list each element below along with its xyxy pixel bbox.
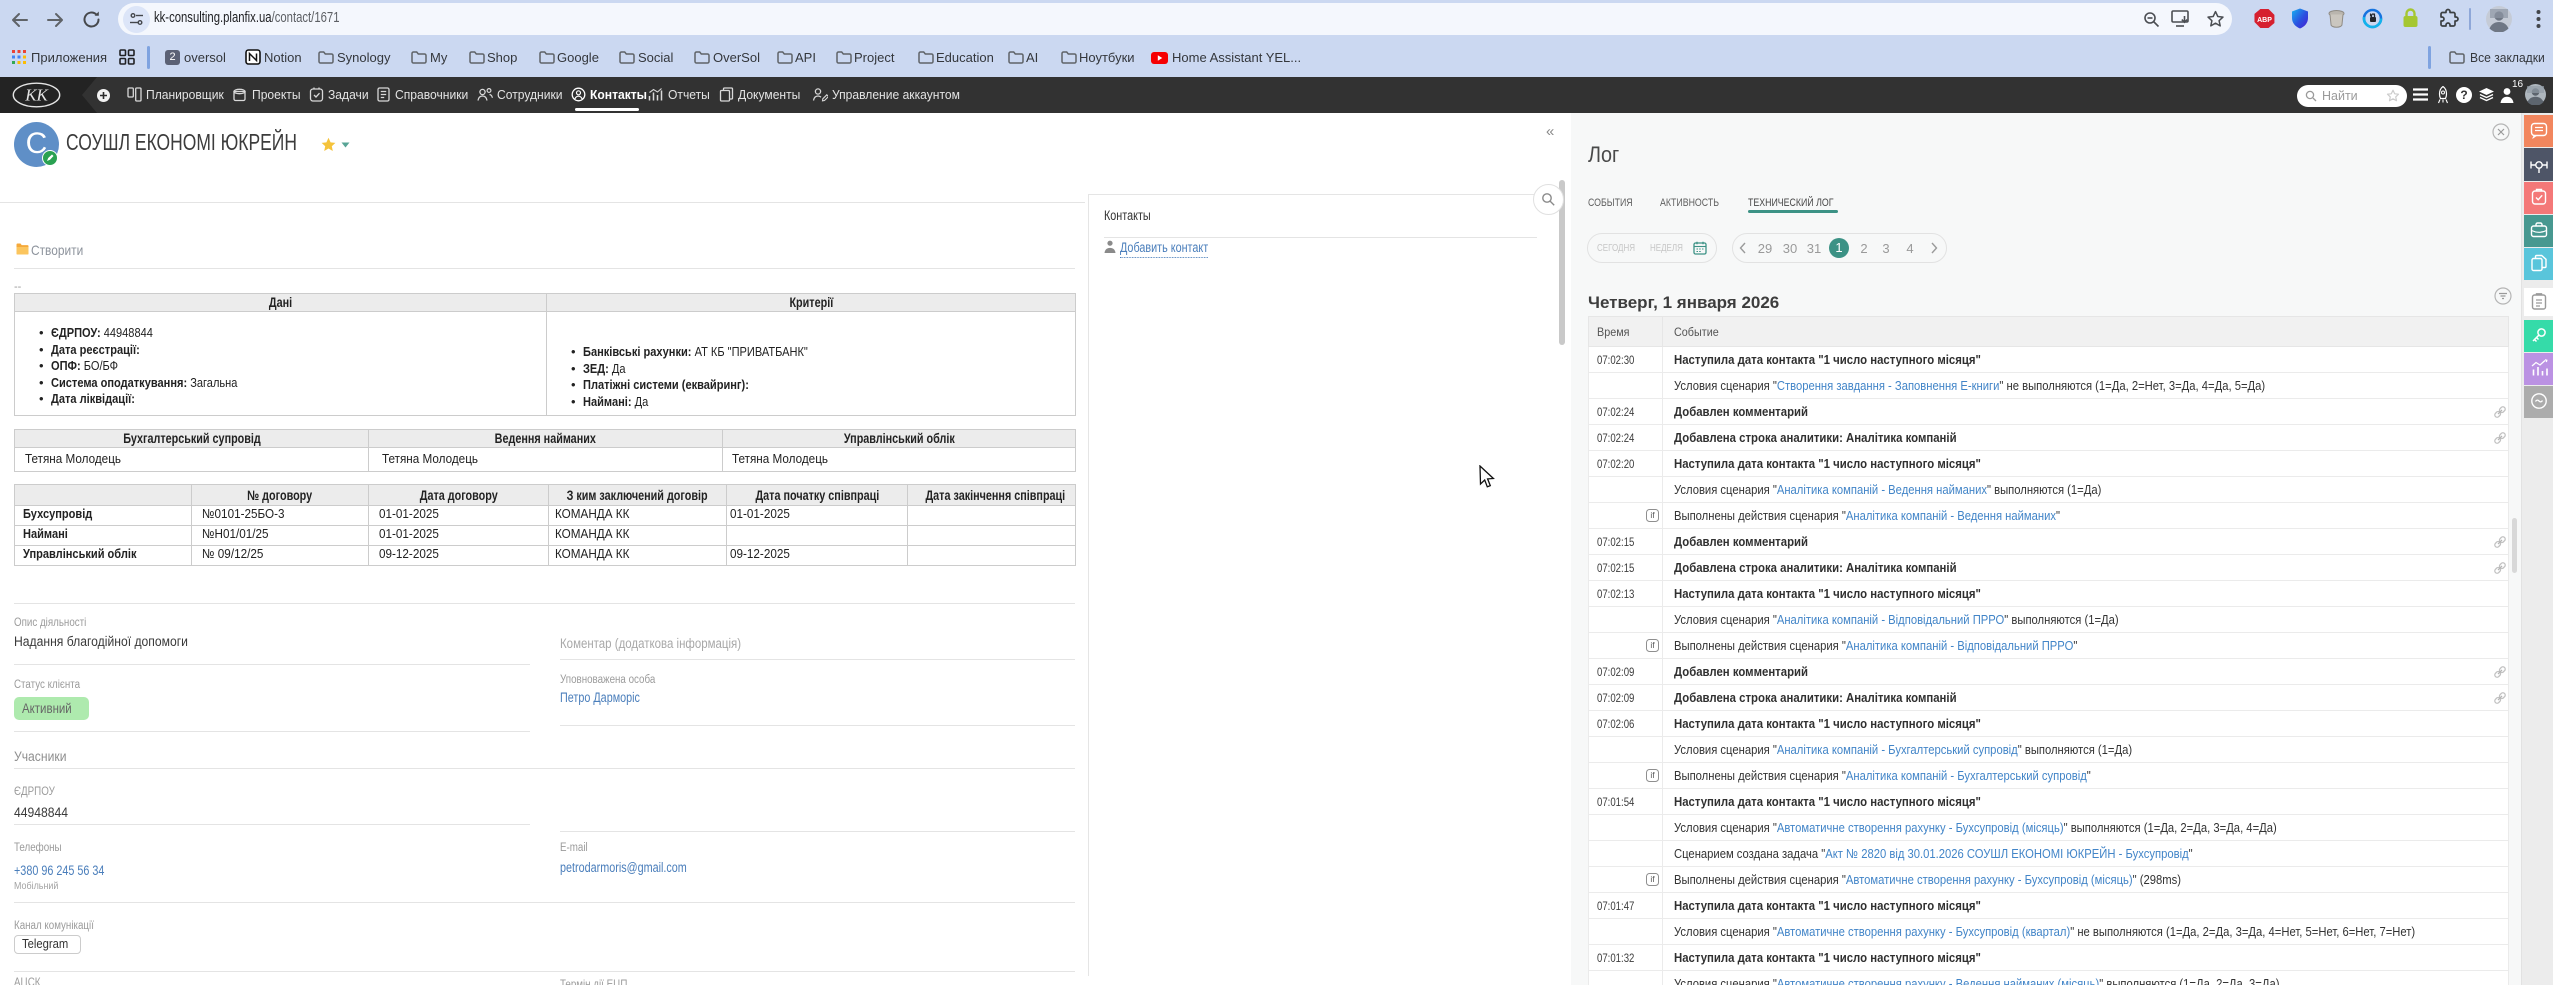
svg-text:КК: КК	[24, 86, 49, 105]
svg-text:ABP: ABP	[2257, 17, 2272, 24]
